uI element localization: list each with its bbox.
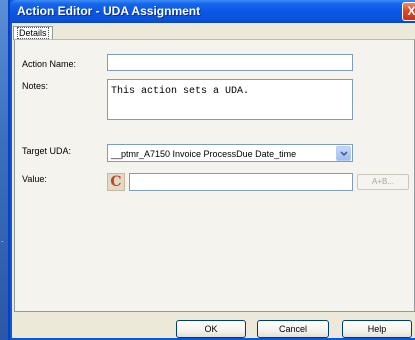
chevron-down-icon <box>340 151 348 157</box>
notes-textarea[interactable]: This action sets a UDA. <box>107 79 353 120</box>
target-uda-label: Target UDA: <box>22 146 72 156</box>
value-label: Value: <box>22 174 47 184</box>
desktop-mark: . <box>1 234 4 244</box>
expression-builder-button[interactable]: A+B... <box>357 174 409 190</box>
close-button[interactable]: X <box>402 2 415 21</box>
window-title: Action Editor - UDA Assignment <box>17 4 201 18</box>
details-panel: Action Name: Notes: This action sets a U… <box>14 39 415 312</box>
action-name-input[interactable] <box>107 54 353 71</box>
tab-details-label: Details <box>17 27 49 39</box>
dialog-body: Details Action Name: Notes: This action … <box>12 23 415 338</box>
tab-details[interactable]: Details <box>13 26 53 40</box>
help-button[interactable]: Help <box>342 320 412 338</box>
screen: . Action Editor - UDA Assignment X Detai… <box>0 0 415 340</box>
constant-c-icon[interactable]: C <box>107 173 125 191</box>
notes-label: Notes: <box>22 81 49 91</box>
target-uda-value: __ptmr_A7150 Invoice ProcessDue Date_tim… <box>111 149 297 159</box>
action-name-label: Action Name: <box>22 59 77 69</box>
dropdown-button[interactable] <box>336 146 351 161</box>
cancel-button[interactable]: Cancel <box>257 320 329 338</box>
title-bar[interactable]: Action Editor - UDA Assignment X <box>10 0 415 23</box>
action-editor-window: Action Editor - UDA Assignment X Details… <box>8 0 415 340</box>
value-input[interactable] <box>129 173 353 191</box>
target-uda-select[interactable]: __ptmr_A7150 Invoice ProcessDue Date_tim… <box>107 144 353 162</box>
close-icon: X <box>407 4 415 18</box>
ok-button[interactable]: OK <box>176 320 246 338</box>
